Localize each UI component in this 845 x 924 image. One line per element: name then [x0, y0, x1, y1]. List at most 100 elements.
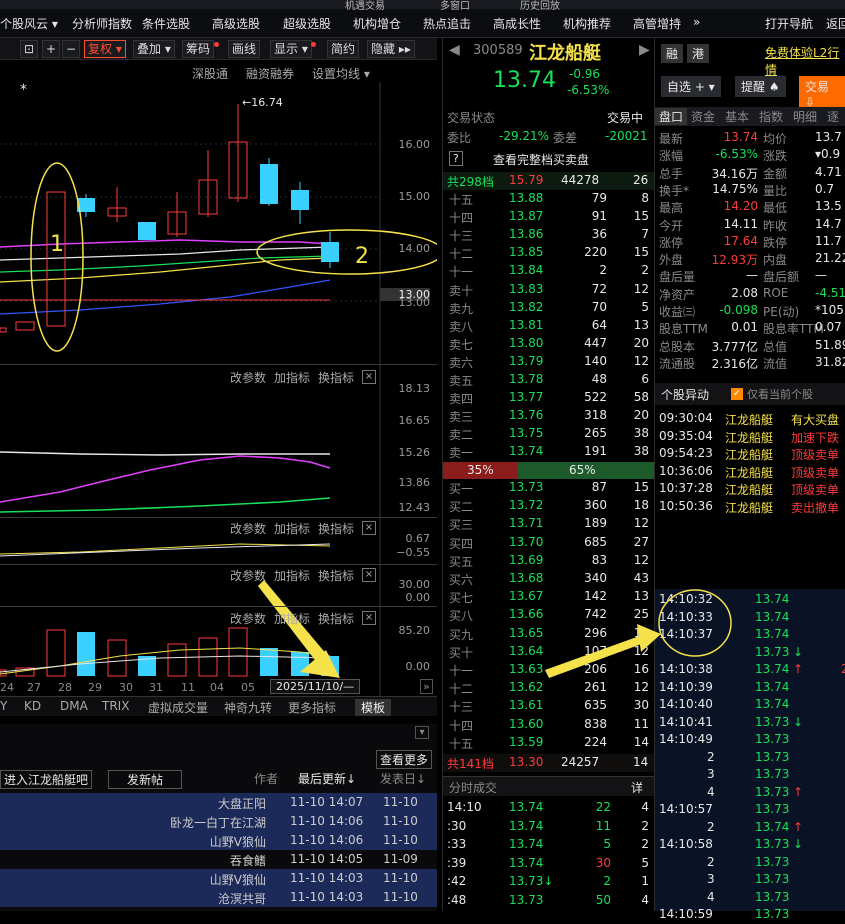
movers-filter-label[interactable]: 仅看当前个股 [747, 386, 813, 402]
ask-row[interactable]: 十一 13.84 2 2 [443, 262, 655, 280]
promo-link[interactable]: 免费体验L2行情 [765, 44, 845, 78]
tab-basics[interactable]: 基本 [725, 108, 749, 125]
mover-row[interactable]: 09:35:04 江龙船艇 加速下跌 [655, 429, 845, 446]
mover-row[interactable]: 10:37:28 江龙船艇 顶级卖单 [655, 481, 845, 498]
strip-item-1[interactable]: 多窗口 [440, 0, 470, 12]
bid-row[interactable]: 十五 13.59 224 14 [443, 734, 655, 752]
nav-hotspot[interactable]: 热点追击 [423, 15, 471, 32]
ind2-switch-indicator[interactable]: 换指标 [318, 520, 354, 537]
view-more-button[interactable]: 查看更多 [376, 750, 433, 769]
ask-row[interactable]: 卖二 13.75 265 38 [443, 425, 655, 443]
mover-row[interactable]: 09:54:23 江龙船艇 顶级卖单 [655, 446, 845, 463]
ask-row[interactable]: 卖十 13.83 72 12 [443, 281, 655, 299]
forum-row[interactable]: 沧溟共哥 11-10 14:03 11-10 [0, 888, 437, 907]
bid-row[interactable]: 十四 13.60 838 11 [443, 716, 655, 734]
mover-row[interactable]: 10:50:36 江龙船艇 卖出撤单 [655, 499, 845, 516]
bid-row[interactable]: 十三 13.61 635 30 [443, 697, 655, 715]
ask-row[interactable]: 卖七 13.80 447 20 [443, 335, 655, 353]
ask-row[interactable]: 卖六 13.79 140 12 [443, 353, 655, 371]
nav-stock-news[interactable]: 个股风云 ▾ [0, 15, 58, 32]
draw-button[interactable]: 画线 [228, 40, 261, 58]
nav-back[interactable]: 返回 [826, 15, 845, 32]
display-button[interactable]: 显示 ▾ [270, 40, 312, 58]
ind2-change-params[interactable]: 改参数 [230, 520, 266, 537]
forum-row[interactable]: 山野V狼仙 11-10 14:06 11-10 [0, 831, 437, 850]
add-watchlist-button[interactable]: 自选 + ▾ [661, 76, 721, 97]
trade-button[interactable]: 交易 ⇩ [799, 76, 845, 111]
checkbox-icon[interactable]: ✓ [731, 388, 743, 400]
prev-stock-icon[interactable]: ◀ [449, 42, 460, 58]
expand-icon[interactable]: ▾ [415, 726, 429, 739]
forum-row[interactable]: 山野V狼仙 11-10 14:03 11-10 [0, 869, 437, 888]
col-last-update[interactable]: 最后更新↓ [298, 770, 356, 787]
nav-open-navigation[interactable]: 打开导航 [765, 15, 813, 32]
strip-item-0[interactable]: 机遇交易 [345, 0, 385, 12]
nav-institution-recommend[interactable]: 机构推荐 [563, 15, 611, 32]
ind3-change-params[interactable]: 改参数 [230, 567, 266, 584]
forum-row[interactable]: 吞食鳍 11-10 14:05 11-09 [0, 850, 437, 869]
bid-row[interactable]: 买五 13.69 83 12 [443, 552, 655, 570]
ask-row[interactable]: 十三 13.86 36 7 [443, 226, 655, 244]
new-post-button[interactable]: 发新帖 [108, 770, 183, 789]
kline-chart-area[interactable]: * ←16.74 1 2 16.00 15.00 14.00 13.00 13.… [0, 82, 437, 696]
ask-row[interactable]: 十二 13.85 220 15 [443, 244, 655, 262]
bid-row[interactable]: 买三 13.71 189 12 [443, 515, 655, 533]
help-icon[interactable]: ? [449, 151, 463, 166]
ma-settings-link[interactable]: 设置均线 ▾ [312, 65, 370, 82]
ind2-add-indicator[interactable]: 加指标 [274, 520, 310, 537]
bid-row[interactable]: 买四 13.70 685 27 [443, 534, 655, 552]
ask-row[interactable]: 卖九 13.82 70 5 [443, 299, 655, 317]
nav-condition-select[interactable]: 条件选股 [142, 15, 190, 32]
close-icon[interactable]: × [362, 611, 376, 625]
ind3-switch-indicator[interactable]: 换指标 [318, 567, 354, 584]
ask-row[interactable]: 卖五 13.78 48 6 [443, 371, 655, 389]
ask-row[interactable]: 卖八 13.81 64 13 [443, 317, 655, 335]
nav-analyst-index[interactable]: 分析师指数 [72, 15, 132, 32]
nav-more-icon[interactable]: » [693, 15, 700, 29]
nav-super-select[interactable]: 超级选股 [283, 15, 331, 32]
nav-advanced-select[interactable]: 高级选股 [212, 15, 260, 32]
adjust-button[interactable]: 复权 ▾ [84, 40, 126, 58]
forum-row[interactable]: 卧龙一白丁在江湖 11-10 14:06 11-10 [0, 812, 437, 831]
col-author[interactable]: 作者 [254, 770, 278, 787]
forum-row[interactable]: 大盘正阳 11-10 14:07 11-10 [0, 793, 437, 812]
tab-dma[interactable]: DMA [60, 699, 88, 713]
ask-row[interactable]: 卖四 13.77 522 58 [443, 389, 655, 407]
bid-row[interactable]: 买六 13.68 340 43 [443, 570, 655, 588]
zoom-in-icon[interactable]: + [42, 40, 61, 58]
close-icon[interactable]: × [362, 568, 376, 582]
tab-funds[interactable]: 资金 [691, 108, 715, 125]
alert-button[interactable]: 提醒 ♠ [735, 76, 786, 97]
zoom-out-icon[interactable]: − [62, 40, 81, 58]
ask-row[interactable]: 卖一 13.74 191 38 [443, 443, 655, 461]
overlay-button[interactable]: 叠加 ▾ [133, 40, 175, 58]
simple-button[interactable]: 简约 [327, 40, 360, 58]
tab-handicap[interactable]: 盘口 [655, 108, 688, 125]
bid-row[interactable]: 买二 13.72 360 18 [443, 497, 655, 515]
close-icon[interactable]: × [362, 370, 376, 384]
hide-button[interactable]: 隐藏 ▸▸ [367, 40, 415, 58]
macd-switch-indicator[interactable]: 换指标 [318, 369, 354, 386]
tab-kd[interactable]: KD [24, 699, 41, 713]
margin-link[interactable]: 融资融券 [246, 65, 294, 82]
bid-row[interactable]: 买七 13.67 142 13 [443, 588, 655, 606]
chips-button[interactable]: 筹码 [182, 40, 215, 58]
tab-tick-by-tick[interactable]: 逐 [827, 108, 839, 125]
full-depth-link[interactable]: 查看完整档买卖盘 [493, 151, 589, 168]
ask-row[interactable]: 十五 13.88 79 8 [443, 190, 655, 208]
tab-magic-nine[interactable]: 神奇九转 [224, 699, 272, 716]
macd-change-params[interactable]: 改参数 [230, 369, 266, 386]
hk-connect-link[interactable]: 深股通 [192, 65, 228, 82]
bid-row[interactable]: 买一 13.73 87 15 [443, 479, 655, 497]
nav-executive-increase[interactable]: 高管增持 [633, 15, 681, 32]
ask-row[interactable]: 十四 13.87 91 15 [443, 208, 655, 226]
tab-index[interactable]: 指数 [759, 108, 783, 125]
mover-row[interactable]: 09:30:04 江龙船艇 有大买盘 [655, 411, 845, 428]
next-stock-icon[interactable]: ▶ [639, 42, 650, 58]
scroll-right-icon[interactable]: » [420, 679, 433, 694]
ask-row[interactable]: 卖三 13.76 318 20 [443, 407, 655, 425]
tab-more-indicators[interactable]: 更多指标 [288, 699, 336, 716]
macd-add-indicator[interactable]: 加指标 [274, 369, 310, 386]
split-icon[interactable]: ⊡ [20, 40, 39, 58]
tab-template[interactable]: 模板 [355, 699, 392, 716]
